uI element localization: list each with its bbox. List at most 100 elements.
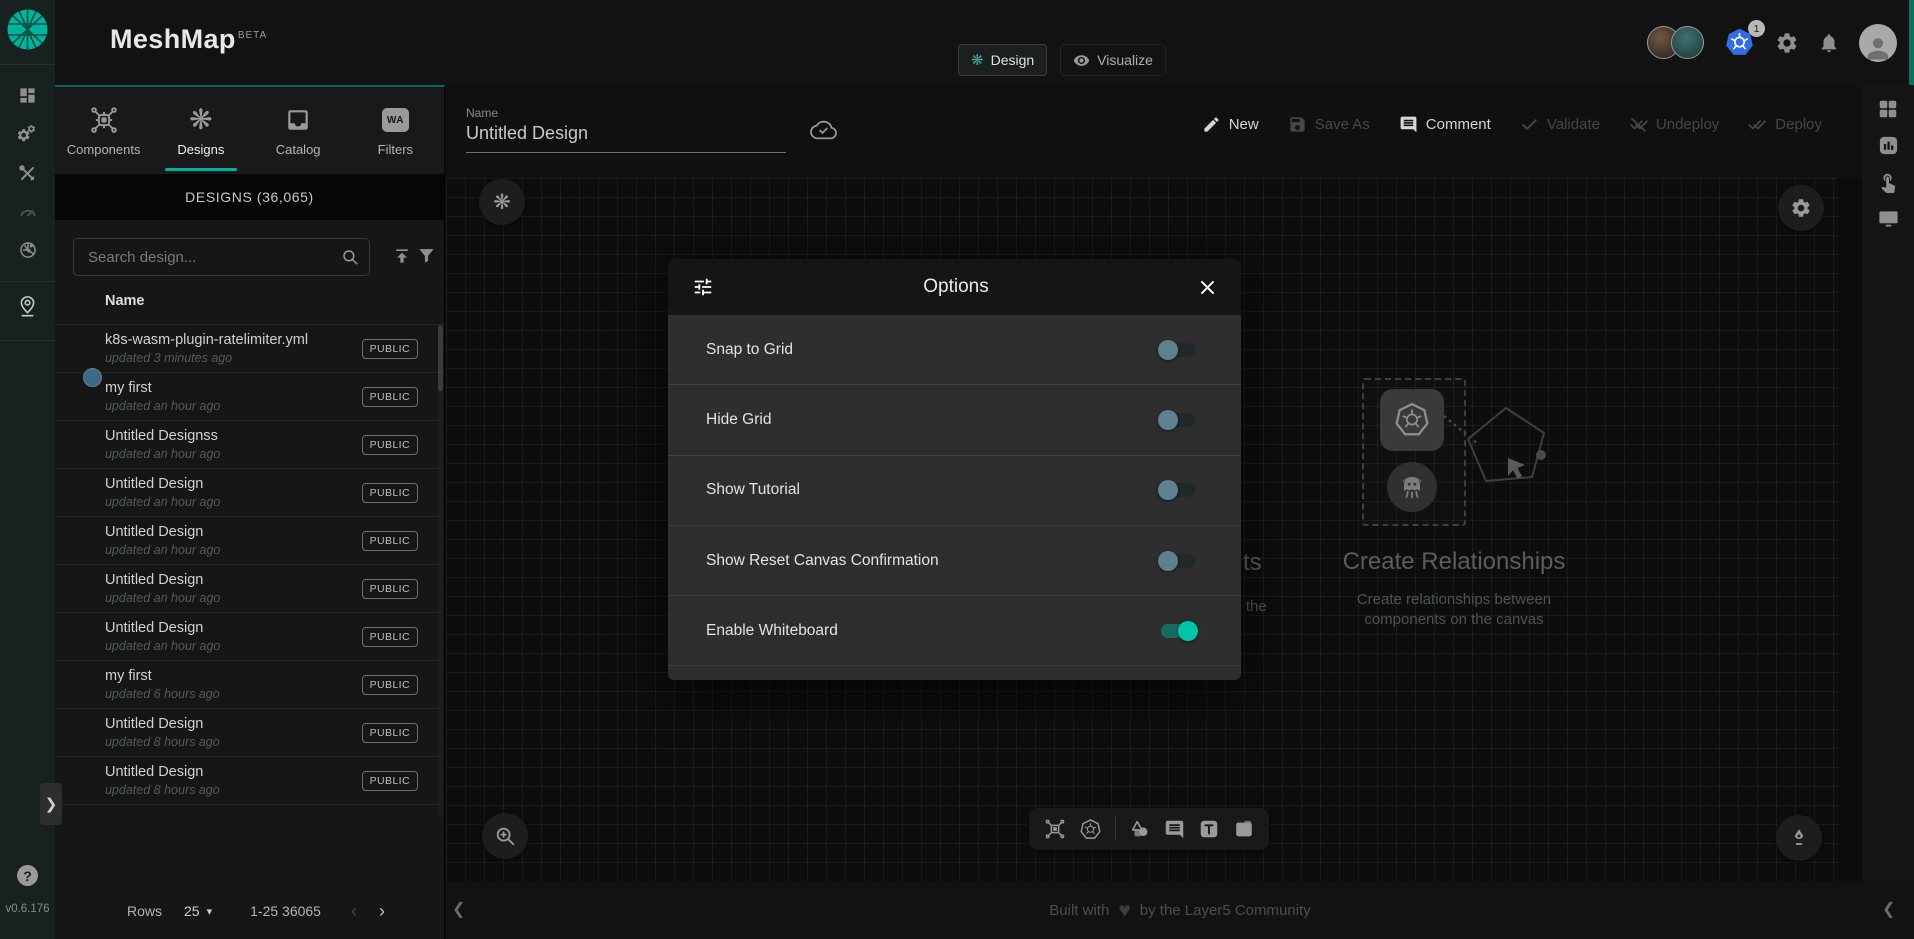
list-scrollbar-thumb[interactable] (438, 325, 443, 391)
page-size-select[interactable]: 25 (184, 903, 200, 919)
enable-whiteboard-toggle[interactable] (1159, 621, 1197, 641)
design-row[interactable]: Untitled Design updated 8 hours ago PUBL… (55, 757, 444, 805)
dock-comment-icon[interactable] (1164, 819, 1185, 840)
heart-icon: ♥ (1118, 900, 1130, 921)
import-design-icon[interactable] (392, 246, 412, 266)
layer5-logo-icon[interactable] (6, 8, 49, 51)
canvas-edge-gutter (1838, 85, 1862, 881)
list-scrollbar-track[interactable] (438, 325, 443, 815)
search-icon[interactable] (341, 248, 359, 266)
design-actions: New Save As Comment Validate (1202, 115, 1822, 134)
pen-tool-button[interactable] (1776, 815, 1822, 861)
snap-to-grid-toggle[interactable] (1159, 340, 1197, 360)
views-grid-icon[interactable] (1877, 98, 1899, 120)
lifecycle-gears-icon[interactable] (0, 125, 55, 146)
relationship-arrow-illustration (1436, 400, 1571, 505)
analytics-chart-icon[interactable] (1877, 134, 1900, 157)
design-row[interactable]: Untitled Designss updated an hour ago PU… (55, 421, 444, 469)
show-reset-canvas-confirmation-toggle[interactable] (1159, 551, 1197, 571)
new-button[interactable]: New (1202, 115, 1259, 134)
tab-designs[interactable]: ❋ Designs (152, 87, 249, 174)
undeploy-button[interactable]: Undeploy (1629, 115, 1719, 134)
sidebar-expand-chevron[interactable]: ❯ (40, 783, 62, 825)
design-row[interactable]: my first updated an hour ago PUBLIC (55, 373, 444, 421)
touch-gesture-icon[interactable] (1877, 171, 1899, 193)
drawer-edge-accent[interactable] (1909, 0, 1914, 85)
meshsync-button[interactable]: ❋ (479, 179, 525, 225)
app-header: MeshMapBETA ❋ Design Visualize (55, 0, 1914, 85)
design-row[interactable]: Untitled Design updated an hour ago PUBL… (55, 565, 444, 613)
dock-components-icon[interactable] (1044, 818, 1066, 840)
design-name-input[interactable] (466, 123, 786, 153)
tab-label: Components (67, 142, 141, 157)
design-name: Untitled Designss (105, 428, 220, 444)
validate-button[interactable]: Validate (1520, 115, 1600, 134)
comment-icon (1399, 115, 1418, 134)
option-row-show-reset-canvas-confirmation: Show Reset Canvas Confirmation (668, 526, 1241, 596)
collaborator-avatar[interactable] (1671, 26, 1704, 59)
performance-gauge-icon[interactable] (0, 202, 55, 222)
dock-text-icon[interactable] (1198, 818, 1220, 840)
tab-filters[interactable]: WA Filters (347, 87, 444, 174)
design-row[interactable]: k8s-wasm-plugin-ratelimiter.yml updated … (55, 325, 444, 373)
pen-nib-icon (1788, 827, 1810, 849)
zoom-in-button[interactable] (482, 813, 528, 859)
tab-catalog[interactable]: Catalog (250, 87, 347, 174)
footer-bar: ❮ Built with ♥ by the Layer5 Community ❮ (446, 881, 1914, 939)
context-count-badge: 1 (1748, 20, 1765, 37)
display-monitor-icon[interactable] (1877, 207, 1900, 230)
mode-design-button[interactable]: ❋ Design (958, 44, 1047, 76)
help-icon[interactable]: ? (17, 865, 38, 886)
design-row[interactable]: my first updated 6 hours ago PUBLIC (55, 661, 444, 709)
visibility-badge: PUBLIC (362, 675, 418, 695)
save-as-button[interactable]: Save As (1288, 115, 1370, 134)
button-label: Comment (1426, 116, 1491, 133)
button-label: Save As (1315, 116, 1370, 133)
collaborator-avatars[interactable] (1647, 26, 1704, 59)
visibility-badge: PUBLIC (362, 387, 418, 407)
canvas-settings-button[interactable] (1778, 185, 1824, 231)
visibility-badge: PUBLIC (362, 627, 418, 647)
caret-down-icon[interactable]: ▾ (207, 905, 213, 918)
right-tool-rail (1862, 85, 1914, 881)
design-row[interactable]: Untitled Design updated an hour ago PUBL… (55, 613, 444, 661)
option-label: Snap to Grid (706, 341, 793, 359)
dashboard-icon[interactable] (0, 86, 55, 105)
prev-page-chevron[interactable]: ‹ (351, 901, 357, 922)
design-updated: updated 8 hours ago (105, 783, 220, 797)
design-name: Untitled Design (105, 620, 220, 636)
hide-grid-toggle[interactable] (1159, 410, 1197, 430)
search-input[interactable] (86, 248, 341, 267)
user-avatar[interactable] (1859, 24, 1897, 62)
design-name: Untitled Design (105, 476, 220, 492)
dock-shapes-icon[interactable] (1129, 818, 1151, 840)
empty-state: Create Relationships Create relationship… (1314, 548, 1594, 631)
show-tutorial-toggle[interactable] (1159, 480, 1197, 500)
mode-visualize-button[interactable]: Visualize (1060, 44, 1166, 76)
comment-button[interactable]: Comment (1399, 115, 1491, 134)
collapse-right-chevron[interactable]: ❮ (1882, 899, 1895, 919)
visibility-badge: PUBLIC (362, 579, 418, 599)
design-row[interactable]: Untitled Design updated an hour ago PUBL… (55, 469, 444, 517)
tab-components[interactable]: Components (55, 87, 152, 174)
toolbox-icon[interactable] (0, 164, 55, 183)
mesh-chart-icon[interactable] (0, 240, 55, 260)
option-label: Hide Grid (706, 411, 771, 429)
occluded-title-fragment: ts (1243, 549, 1262, 577)
filter-funnel-icon[interactable] (417, 246, 436, 265)
close-icon[interactable] (1198, 278, 1217, 297)
notifications-bell-icon[interactable] (1818, 32, 1840, 54)
design-name: Untitled Design (105, 524, 220, 540)
dock-media-icon[interactable] (1233, 818, 1255, 840)
dock-kubernetes-icon[interactable] (1079, 818, 1102, 841)
settings-gear-icon[interactable] (1775, 31, 1799, 55)
design-row[interactable]: Untitled Design updated 8 hours ago PUBL… (55, 709, 444, 757)
meshmap-pin-icon[interactable] (0, 294, 55, 319)
design-row[interactable]: Untitled Design updated an hour ago PUBL… (55, 517, 444, 565)
deploy-button[interactable]: Deploy (1748, 115, 1822, 134)
dock-divider (1115, 817, 1116, 841)
undeploy-icon (1629, 115, 1648, 134)
design-updated: updated 8 hours ago (105, 735, 220, 749)
next-page-chevron[interactable]: › (379, 901, 385, 922)
kubernetes-context-icon[interactable]: 1 (1723, 26, 1756, 59)
